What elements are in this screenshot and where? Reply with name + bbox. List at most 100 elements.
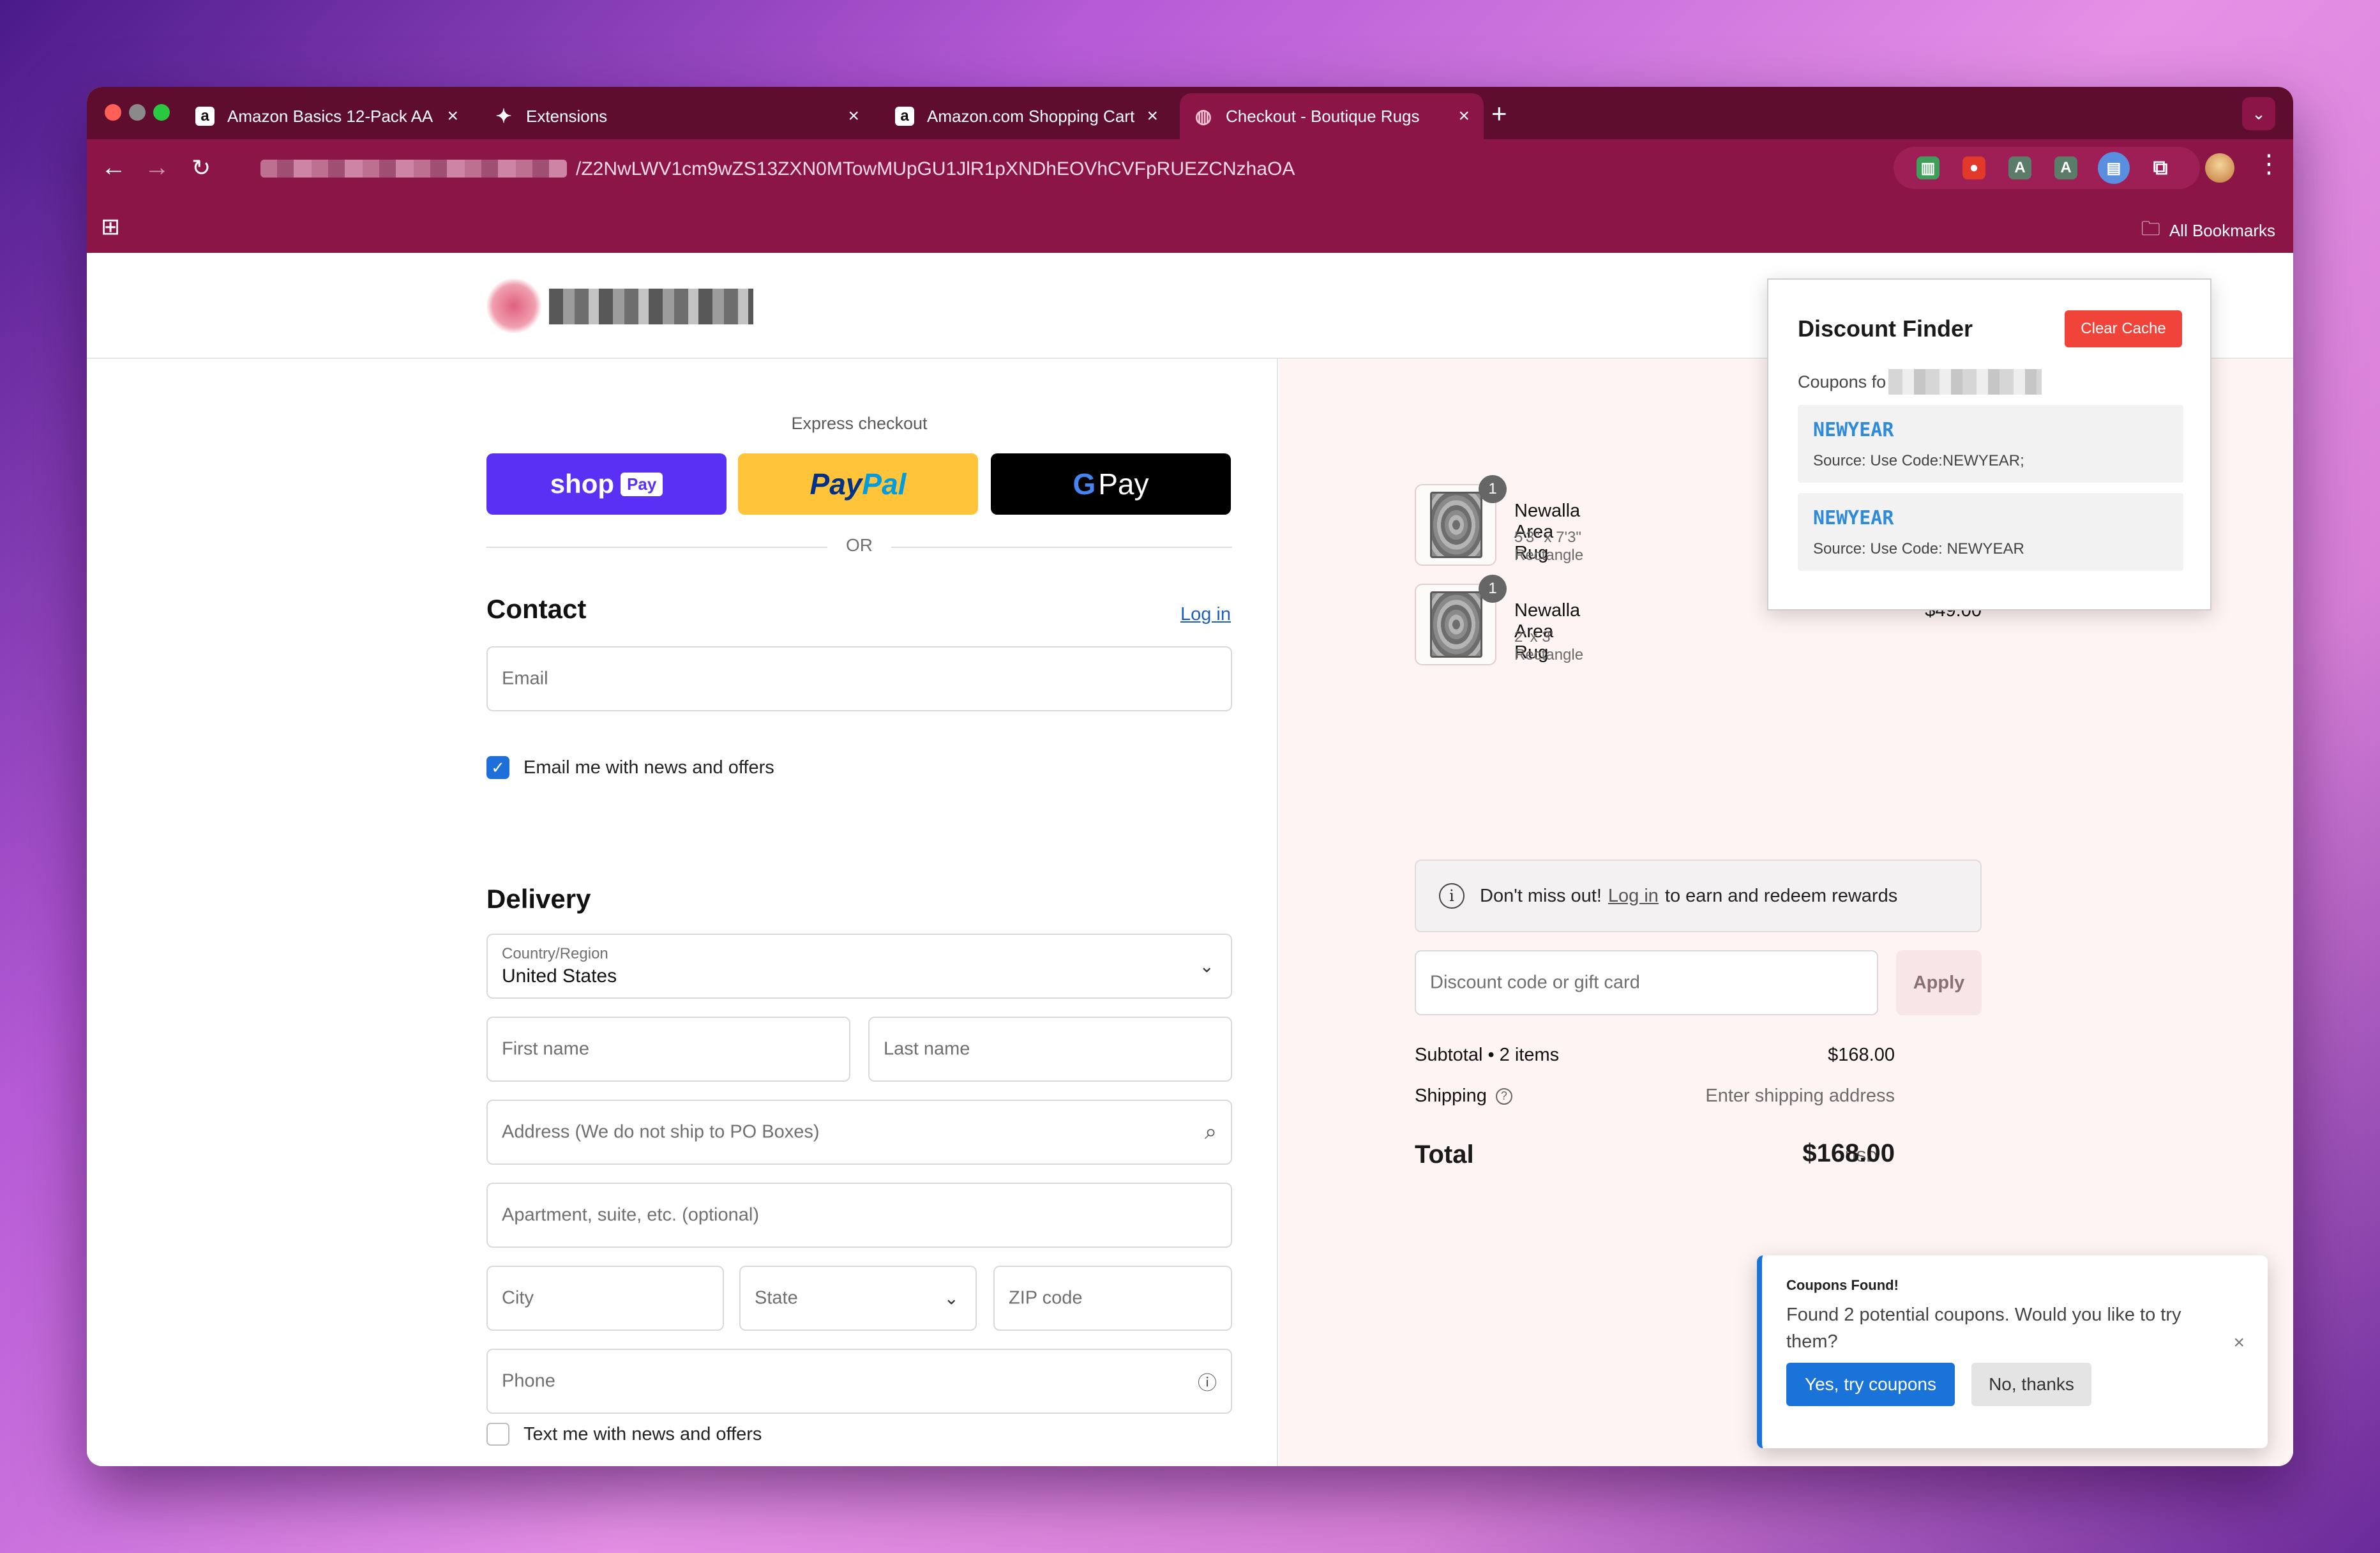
extension-red-icon[interactable]: ● [1962,156,1985,179]
discount-code-field[interactable]: Discount code or gift card [1415,950,1878,1015]
address-field[interactable]: Address (We do not ship to PO Boxes) ⌕ [486,1100,1232,1165]
google-pay-label: Pay [1098,467,1149,501]
globe-icon: ◍ [1194,105,1212,127]
apps-grid-icon[interactable]: ⊞ [101,213,120,240]
checkout-form: Express checkout shop Pay Pay Pal G Pay O… [87,359,1278,1466]
city-placeholder: City [502,1287,534,1308]
tab-amazon-cart[interactable]: a Amazon.com Shopping Cart × [881,93,1172,139]
last-name-placeholder: Last name [884,1038,970,1059]
tab-checkout[interactable]: ◍ Checkout - Boutique Rugs × [1180,93,1484,139]
paypal-button[interactable]: Pay Pal [738,453,978,515]
rewards-login-link[interactable]: Log in [1608,886,1659,907]
coupon-code[interactable]: NEWYEAR [1813,419,1894,441]
email-news-option[interactable]: ✓ Email me with news and offers [486,756,774,779]
last-name-field[interactable]: Last name [868,1017,1232,1082]
rewards-banner: i Don't miss out! Log in to earn and red… [1415,860,1982,932]
help-circle-icon[interactable]: ⓘ [1198,1367,1217,1395]
tab-extensions[interactable]: ✦ Extensions × [480,93,873,139]
back-icon[interactable]: ← [101,153,126,182]
tab-label: Checkout - Boutique Rugs [1226,106,1420,126]
new-tab-button[interactable]: + [1491,98,1507,129]
express-checkout-title: Express checkout [791,414,928,433]
text-news-checkbox[interactable] [486,1423,509,1446]
redacted-domain [260,160,567,178]
minimize-window-button[interactable] [129,104,146,121]
state-placeholder: State [755,1287,798,1308]
google-pay-button[interactable]: G Pay [991,453,1231,515]
clear-cache-button[interactable]: Clear Cache [2065,310,2182,347]
profile-avatar[interactable] [2205,153,2234,183]
phone-field[interactable]: Phone ⓘ [486,1349,1232,1414]
close-icon[interactable]: × [848,105,859,127]
puzzle-icon: ✦ [495,105,512,127]
delivery-heading: Delivery [486,884,591,914]
tab-amazon-basics[interactable]: a Amazon Basics 12-Pack AA R × [181,93,472,139]
discount-finder-icon[interactable]: ▤ [2098,152,2130,184]
zip-placeholder: ZIP code [1009,1287,1083,1308]
coupon-code[interactable]: NEWYEAR [1813,507,1894,529]
first-name-placeholder: First name [502,1038,589,1059]
country-select[interactable]: Country/Region United States ⌄ [486,934,1232,999]
store-logo-redacted[interactable] [549,289,753,324]
email-field[interactable]: Email [486,646,1232,711]
extensions-toolbar: ▥ ● A A ▤ ⧉ [1894,147,2200,189]
login-link[interactable]: Log in [1180,604,1231,625]
browser-menu-icon[interactable]: ⋮ [2256,149,2282,179]
tab-label: Extensions [526,106,608,126]
address-bar[interactable]: /Z2NwLWV1cm9wZS13ZXN0MTowMUpGU1JlR1pXNDh… [237,148,1998,189]
shipping-row: Shipping ? [1415,1086,1512,1107]
popup-title: Discount Finder [1798,315,1973,342]
coupons-for-label: Coupons fo [1798,372,1887,391]
state-select[interactable]: State ⌄ [739,1266,977,1331]
email-news-label: Email me with news and offers [523,757,774,778]
close-icon[interactable]: × [1458,105,1470,127]
all-bookmarks-button[interactable]: 🗀 All Bookmarks [2141,215,2275,247]
text-news-option[interactable]: Text me with news and offers [486,1423,762,1446]
city-field[interactable]: City [486,1266,724,1331]
extension-green-icon[interactable]: ▥ [1917,156,1939,179]
close-window-button[interactable] [105,104,121,121]
apartment-placeholder: Apartment, suite, etc. (optional) [502,1204,759,1225]
toast-title: Coupons Found! [1786,1277,1899,1293]
apply-discount-button[interactable]: Apply [1896,950,1982,1015]
apartment-field[interactable]: Apartment, suite, etc. (optional) [486,1183,1232,1248]
reload-icon[interactable]: ↻ [192,155,211,181]
address-placeholder: Address (We do not ship to PO Boxes) [502,1121,820,1142]
close-icon[interactable]: × [2233,1332,2245,1354]
discount-finder-popup: Discount Finder Clear Cache Coupons fo N… [1767,278,2211,610]
quantity-badge: 1 [1479,575,1507,603]
folder-icon: 🗀 [2141,218,2160,239]
extension-a-icon[interactable]: A [2008,156,2031,179]
coupon-card[interactable]: NEWYEAR Source: Use Code:NEWYEAR; [1798,405,2183,483]
redacted-store-name [1888,369,2042,395]
chevron-down-icon: ⌄ [1199,956,1214,976]
first-name-field[interactable]: First name [486,1017,850,1082]
tab-search-button[interactable]: ⌄ [2242,97,2275,130]
extension-a2-icon[interactable]: A [2054,156,2077,179]
no-thanks-button[interactable]: No, thanks [1971,1363,2091,1406]
coupon-card[interactable]: NEWYEAR Source: Use Code: NEWYEAR [1798,493,2183,571]
google-g-icon: G [1073,467,1096,501]
coupons-for-row: Coupons fo [1798,369,2042,395]
close-icon[interactable]: × [447,105,458,127]
close-icon[interactable]: × [1147,105,1158,127]
email-placeholder: Email [502,668,548,689]
zoom-window-button[interactable] [153,104,170,121]
contact-heading: Contact [486,594,587,624]
phone-placeholder: Phone [502,1370,555,1391]
text-news-label: Text me with news and offers [523,1423,762,1444]
zip-field[interactable]: ZIP code [993,1266,1232,1331]
email-news-checkbox[interactable]: ✓ [486,756,509,779]
country-label: Country/Region [502,945,608,962]
toast-message: Found 2 potential coupons. Would you lik… [1786,1305,2181,1352]
subtotal-label: Subtotal • 2 items [1415,1045,1560,1065]
try-coupons-button[interactable]: Yes, try coupons [1786,1363,1955,1406]
help-icon[interactable]: ? [1495,1087,1512,1105]
search-icon: ⌕ [1204,1119,1217,1144]
forward-icon[interactable]: → [144,153,170,182]
store-logo-mark[interactable] [486,278,541,333]
info-icon: i [1439,883,1465,909]
extensions-puzzle-icon[interactable]: ⧉ [2149,156,2172,179]
shop-pay-button[interactable]: shop Pay [486,453,727,515]
total-value: $168.00 [1802,1139,1895,1167]
